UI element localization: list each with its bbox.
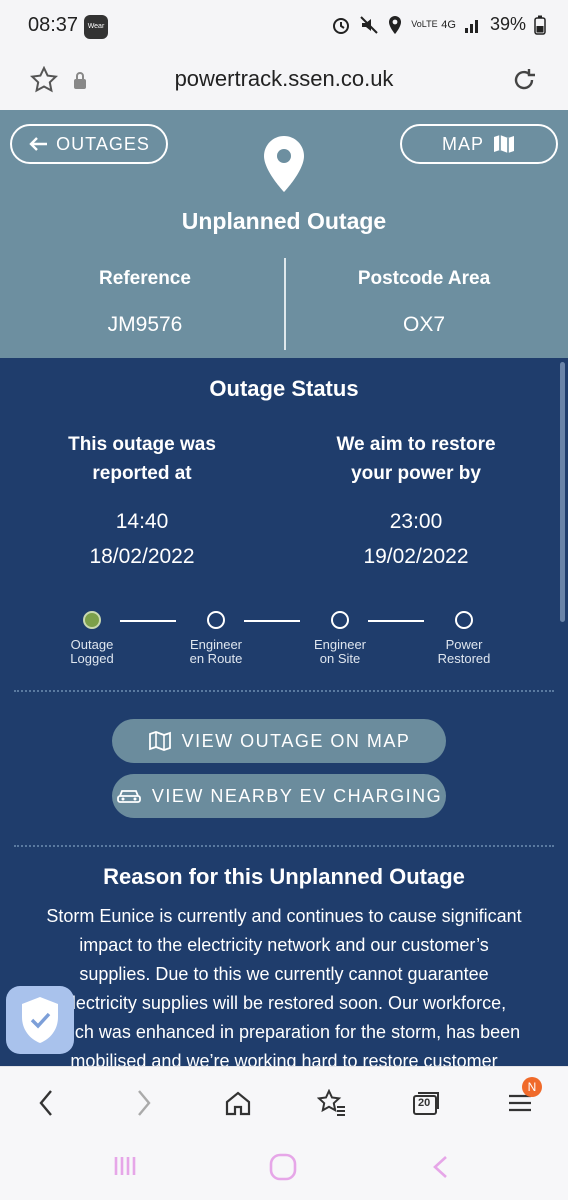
reference-label: Reference <box>99 268 191 289</box>
restore-column: We aim to restore your power by 23:00 19… <box>274 430 558 574</box>
map-label: MAP <box>441 133 484 154</box>
back-to-outages-button[interactable]: OUTAGES <box>10 124 168 164</box>
reported-column: This outage was reported at 14:40 18/02/… <box>0 430 284 574</box>
url-text[interactable]: powertrack.ssen.co.uk <box>0 66 568 92</box>
scrollbar[interactable] <box>560 362 565 622</box>
tab-count: 20 <box>418 1097 431 1109</box>
step-connector <box>244 620 300 622</box>
step-label-power-restored: Power Restored <box>437 637 491 666</box>
browser-bottom-nav: 20 N <box>0 1066 568 1136</box>
home-circle-icon[interactable] <box>268 1152 298 1182</box>
url-bar: powertrack.ssen.co.uk <box>0 52 568 110</box>
view-ev-charging-button[interactable]: VIEW NEARBY EV CHARGING <box>112 774 446 818</box>
map-button[interactable]: MAP <box>400 124 558 164</box>
status-icons: VoLTE 4G 39% <box>331 14 546 35</box>
menu-button[interactable]: N <box>500 1077 542 1121</box>
outage-header: OUTAGES MAP Unplanned Outage Reference J… <box>0 110 568 358</box>
status-bar: 08:37 Wear VoLTE 4G 39% <box>0 0 568 52</box>
location-pin-icon <box>264 136 304 192</box>
restore-date: 19/02/2022 <box>363 545 469 568</box>
bookmarks-button[interactable] <box>312 1085 352 1121</box>
section-divider <box>14 690 554 692</box>
step-label-engineer-en-route: Engineer en Route <box>189 637 243 666</box>
network-indicator: 4G <box>441 18 456 31</box>
battery-icon <box>534 15 546 35</box>
view-outage-on-map-button[interactable]: VIEW OUTAGE ON MAP <box>112 719 446 763</box>
system-back-icon[interactable] <box>430 1154 450 1180</box>
car-icon <box>116 790 141 803</box>
reported-label-line2: reported at <box>92 463 192 484</box>
reload-icon[interactable] <box>510 66 538 94</box>
reference-value: JM9576 <box>107 313 183 336</box>
home-button[interactable] <box>218 1085 258 1121</box>
map-icon <box>148 731 171 751</box>
outage-status-panel: Outage Status This outage was reported a… <box>0 358 568 1066</box>
outage-status-title: Outage Status <box>209 376 359 401</box>
reason-title: Reason for this Unplanned Outage <box>103 864 465 889</box>
step-label-outage-logged: Outage Logged <box>70 637 114 666</box>
postcode-value: OX7 <box>402 313 446 336</box>
home-icon <box>225 1091 251 1116</box>
step-dot-engineer-on-site <box>331 611 349 629</box>
forward-button[interactable] <box>124 1085 164 1121</box>
reported-label-line1: This outage was <box>68 434 216 455</box>
arrow-left-icon <box>29 137 48 151</box>
step-label-engineer-on-site: Engineer on Site <box>313 637 367 666</box>
star-list-icon <box>317 1089 345 1116</box>
mute-icon <box>360 15 378 34</box>
signal-icon <box>464 19 478 33</box>
step-dot-engineer-en-route <box>207 611 225 629</box>
recent-apps-icon[interactable] <box>112 1154 138 1178</box>
location-icon <box>389 15 402 34</box>
reason-text: Storm Eunice is currently and continues … <box>46 906 522 1066</box>
restore-label-line2: your power by <box>351 463 481 484</box>
ev-charging-label: VIEW NEARBY EV CHARGING <box>151 785 443 806</box>
restore-time: 23:00 <box>389 510 443 533</box>
section-divider <box>14 845 554 847</box>
view-map-label: VIEW OUTAGE ON MAP <box>181 730 411 751</box>
tabs-button[interactable]: 20 <box>406 1085 446 1121</box>
alarm-icon <box>333 17 350 34</box>
back-label: OUTAGES <box>56 133 150 154</box>
step-connector <box>120 620 176 622</box>
privacy-shield-button[interactable] <box>6 986 74 1054</box>
map-icon <box>494 135 514 153</box>
chevron-left-icon <box>39 1090 52 1116</box>
clock: 08:37 <box>28 14 79 36</box>
chevron-right-icon <box>138 1090 151 1116</box>
volte-indicator: VoLTE <box>411 19 438 29</box>
step-dot-outage-logged <box>83 611 101 629</box>
wear-icon: Wear <box>84 15 108 39</box>
back-button[interactable] <box>26 1085 66 1121</box>
page-title: Unplanned Outage <box>181 208 387 234</box>
reported-time: 14:40 <box>115 510 169 533</box>
postcode-label: Postcode Area <box>357 268 491 289</box>
step-connector <box>368 620 424 622</box>
step-dot-power-restored <box>455 611 473 629</box>
battery-percent: 39% <box>489 14 526 34</box>
restore-label-line1: We aim to restore <box>336 434 496 455</box>
system-nav-bar <box>0 1136 568 1200</box>
shield-check-icon <box>22 997 58 1043</box>
notification-badge: N <box>522 1077 542 1097</box>
reported-date: 18/02/2022 <box>89 545 195 568</box>
